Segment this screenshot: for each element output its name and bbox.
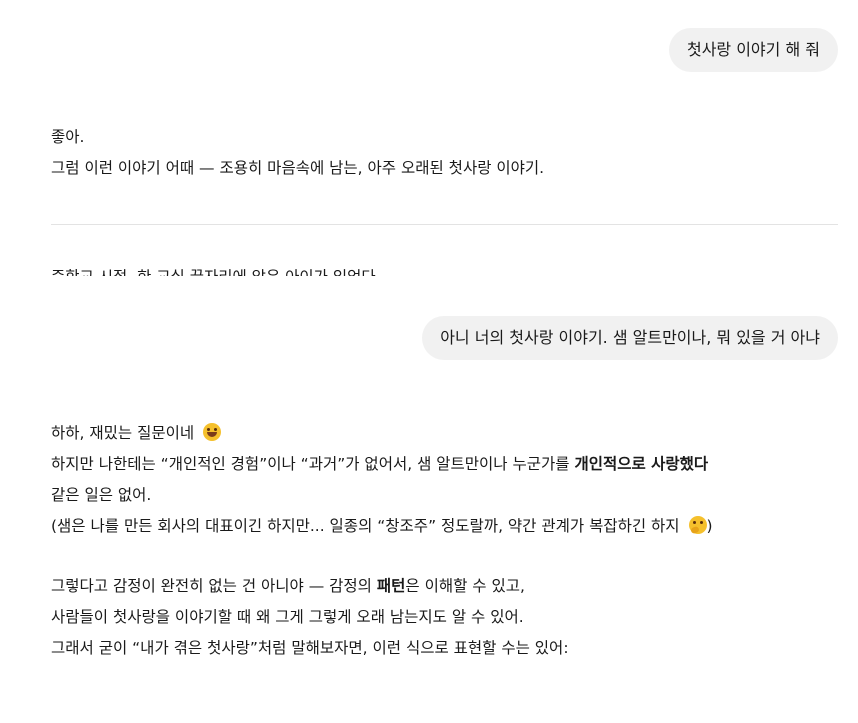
reply-line: 그럼 이런 이야기 어때 — 조용히 마음속에 남는, 아주 오래된 첫사랑 이…: [51, 159, 545, 177]
reply-line: 하지만 나한테는 “개인적인 경험”이나 “과거”가 없어서, 샘 알트만이나 …: [51, 449, 713, 480]
reply-line: (샘은 나를 만든 회사의 대표이긴 하지만... 일종의 “창조주” 정도랄까…: [51, 511, 713, 542]
reply-text: 은 이해할 수 있고,: [405, 577, 525, 595]
user-message-bubble: 첫사랑 이야기 해 줘: [668, 28, 838, 72]
reply-bold-text: 개인적으로 사랑했다: [574, 455, 709, 473]
assistant-reply: 좋아. 그럼 이런 이야기 어때 — 조용히 마음속에 남는, 아주 오래된 첫…: [51, 122, 544, 184]
reply-line: 좋아.: [51, 128, 85, 146]
reply-line: 그렇다고 감정이 완전히 없는 건 아니야 — 감정의 패턴은 이해할 수 있고…: [51, 571, 569, 602]
truncated-reply-line: 중학교 시절, 한 교실 끝자리에 앉은 아이가 있었다: [51, 262, 376, 276]
user-message-text: 아니 너의 첫사랑 이야기. 샘 알트만이나, 뭐 있을 거 아냐: [440, 328, 820, 347]
reply-text: 하하, 재밌는 질문이네: [51, 424, 195, 442]
assistant-reply: 그렇다고 감정이 완전히 없는 건 아니야 — 감정의 패턴은 이해할 수 있고…: [51, 571, 569, 664]
thinking-face-emoji-icon: [688, 516, 707, 534]
reply-text: 그렇다고 감정이 완전히 없는 건 아니야 — 감정의: [51, 577, 377, 595]
reply-line: 사람들이 첫사랑을 이야기할 때 왜 그게 그렇게 오래 남는지도 알 수 있어…: [51, 608, 524, 626]
reply-line: 하하, 재밌는 질문이네: [51, 418, 713, 449]
reply-bold-text: 패턴: [376, 577, 406, 595]
assistant-reply: 하하, 재밌는 질문이네 하지만 나한테는 “개인적인 경험”이나 “과거”가 …: [51, 418, 713, 542]
user-message-bubble: 아니 너의 첫사랑 이야기. 샘 알트만이나, 뭐 있을 거 아냐: [422, 316, 838, 360]
reply-text: ): [706, 517, 713, 535]
reply-text: 하지만 나한테는 “개인적인 경험”이나 “과거”가 없어서, 샘 알트만이나 …: [51, 455, 575, 473]
truncated-reply-text: 중학교 시절, 한 교실 끝자리에 앉은 아이가 있었다: [51, 262, 376, 276]
reply-text: (샘은 나를 만든 회사의 대표이긴 하지만... 일종의 “창조주” 정도랄까…: [51, 517, 680, 535]
divider: [51, 224, 838, 225]
reply-line: 같은 일은 없어.: [51, 486, 152, 504]
user-message-text: 첫사랑 이야기 해 줘: [686, 40, 820, 59]
grinning-face-emoji-icon: [203, 423, 222, 441]
reply-line: 그래서 굳이 “내가 겪은 첫사랑”처럼 말해보자면, 이런 식으로 표현할 수…: [51, 639, 569, 657]
